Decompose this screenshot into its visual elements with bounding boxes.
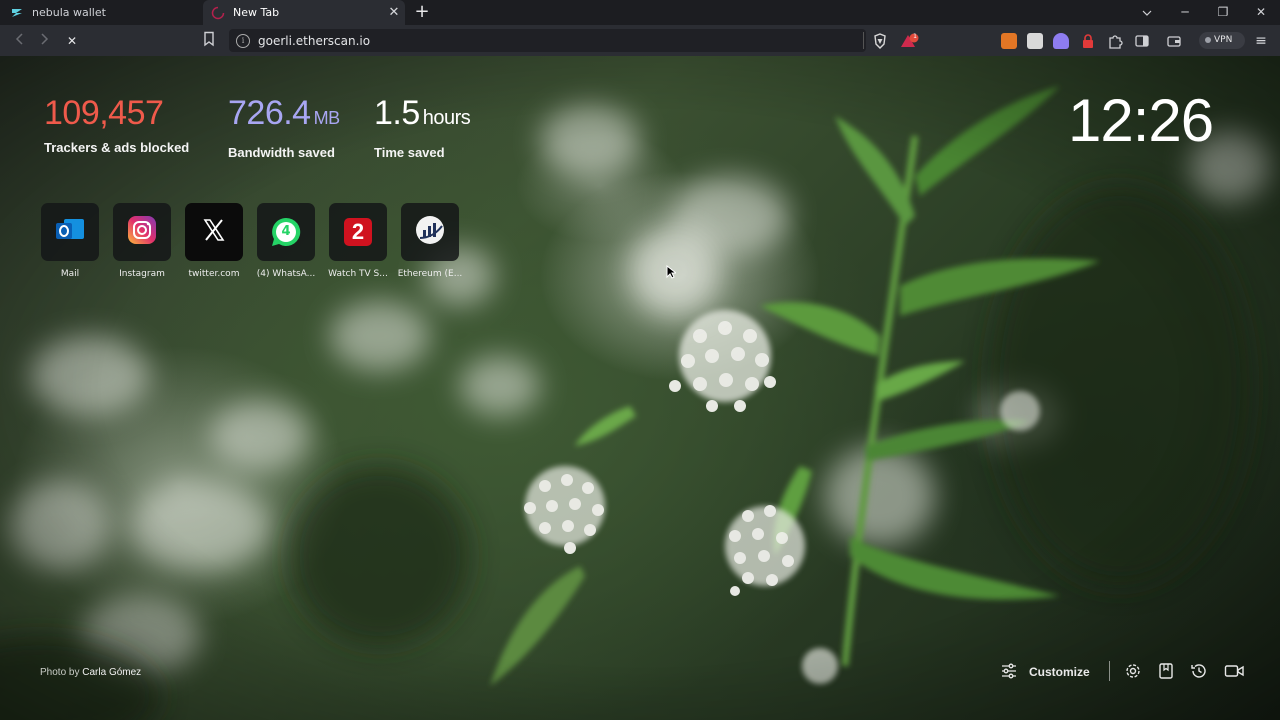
shortcut-instagram[interactable]: Instagram: [106, 203, 178, 279]
brave-shields-icon[interactable]: [872, 33, 888, 49]
wallet-icon[interactable]: [1166, 33, 1182, 49]
metamask-icon[interactable]: [1001, 33, 1017, 49]
customize-button[interactable]: Customize: [1001, 661, 1090, 683]
tile-label: Watch TV S...: [328, 269, 388, 279]
bandwidth-stat: 726.4 MB Bandwidth saved: [228, 96, 340, 160]
brave-rewards-icon[interactable]: 1: [899, 33, 919, 49]
sidebar-toggle-icon[interactable]: [1134, 33, 1150, 49]
tile-box[interactable]: [41, 203, 99, 261]
close-window-icon[interactable]: ✕: [1242, 0, 1280, 25]
tile-label: twitter.com: [188, 269, 240, 279]
tile-label: Instagram: [119, 269, 165, 279]
site-info-icon[interactable]: i: [236, 33, 250, 48]
shortcut-twitter[interactable]: twitter.com: [178, 203, 250, 279]
time-value: 1.5: [374, 94, 420, 132]
new-tab-page: 109,457 Trackers & ads blocked 726.4 MB B…: [0, 56, 1280, 720]
bandwidth-value: 726.4: [228, 94, 311, 132]
bandwidth-unit: MB: [313, 108, 341, 128]
restore-icon[interactable]: ❐: [1204, 0, 1242, 25]
whatsapp-badge: 4: [281, 224, 291, 239]
settings-gear-icon[interactable]: [1124, 662, 1144, 682]
bookmarks-icon[interactable]: [1157, 662, 1177, 682]
shortcut-mail[interactable]: Mail: [34, 203, 106, 279]
tile-box[interactable]: [401, 203, 459, 261]
minimize-icon[interactable]: ─: [1166, 0, 1204, 25]
loading-spinner-icon: [211, 6, 225, 20]
shortcut-watch-tv[interactable]: 2 Watch TV S...: [322, 203, 394, 279]
toolbar: ✕ i goerli.etherscan.io 1 VPN ≡: [0, 25, 1280, 56]
etherscan-icon: [414, 214, 446, 250]
outlook-icon: [54, 217, 86, 247]
channel2-icon: 2: [342, 216, 374, 248]
footer-divider: [1109, 661, 1110, 681]
background-photo: [0, 56, 1280, 720]
trackers-label: Trackers & ads blocked: [44, 140, 190, 155]
trackers-count: 109,457: [44, 94, 164, 132]
whatsapp-icon: 4: [270, 216, 302, 248]
tab-new-tab[interactable]: New Tab ✕: [203, 0, 405, 25]
address-bar[interactable]: i goerli.etherscan.io: [229, 29, 866, 52]
x-icon: [202, 218, 226, 246]
shortcut-whatsapp[interactable]: 4 (4) WhatsA...: [250, 203, 322, 279]
photographer-link[interactable]: Carla Gómez: [82, 667, 141, 678]
customize-label: Customize: [1029, 665, 1090, 679]
tab-bar: nebula wallet New Tab ✕ + ─ ❐ ✕: [0, 0, 1280, 25]
back-icon[interactable]: [8, 30, 30, 52]
trackers-stat: 109,457 Trackers & ads blocked: [44, 96, 189, 155]
stop-loading-icon[interactable]: ✕: [61, 30, 83, 52]
lock-icon[interactable]: [1080, 33, 1096, 49]
tile-box[interactable]: [185, 203, 243, 261]
tile-label: Mail: [60, 269, 80, 279]
tab-nebula-wallet[interactable]: nebula wallet: [0, 0, 202, 25]
bandwidth-label: Bandwidth saved: [228, 145, 335, 160]
credit-prefix: Photo by: [40, 667, 80, 678]
vpn-button[interactable]: VPN: [1199, 32, 1245, 49]
tab-title: New Tab: [233, 6, 280, 19]
rewards-badge: 1: [913, 33, 917, 40]
tile-box[interactable]: 2: [329, 203, 387, 261]
forward-icon[interactable]: [34, 30, 56, 52]
tab-title: nebula wallet: [32, 6, 106, 19]
instagram-icon: [127, 215, 157, 249]
bookmark-icon[interactable]: [203, 31, 217, 49]
nebula-logo-icon: [10, 6, 24, 20]
vpn-label: VPN: [1214, 35, 1233, 45]
extension-image-icon[interactable]: [1027, 33, 1043, 49]
mouse-cursor-icon: [666, 264, 678, 283]
tile-label: Ethereum (E...: [397, 269, 463, 279]
time-unit: hours: [422, 107, 471, 129]
clock: 12:26: [1068, 87, 1214, 154]
extensions-puzzle-icon[interactable]: [1107, 33, 1123, 49]
ghost-wallet-icon[interactable]: [1053, 33, 1069, 49]
history-icon[interactable]: [1190, 662, 1210, 682]
vpn-status-icon: [1205, 36, 1211, 43]
tile-box[interactable]: [113, 203, 171, 261]
sliders-icon: [1001, 663, 1017, 682]
divider: [863, 32, 864, 49]
tab-search-chevron-icon[interactable]: [1128, 0, 1166, 25]
main-menu-icon[interactable]: ≡: [1252, 31, 1270, 51]
photo-credit: Photo by Carla Gómez: [40, 667, 141, 678]
shortcut-etherscan[interactable]: Ethereum (E...: [394, 203, 466, 279]
video-call-icon[interactable]: [1224, 662, 1244, 682]
channel-badge: 2: [351, 219, 365, 244]
tile-label: (4) WhatsA...: [256, 269, 316, 279]
url-text: goerli.etherscan.io: [258, 33, 371, 48]
new-tab-button[interactable]: +: [411, 2, 433, 24]
close-tab-icon[interactable]: ✕: [383, 5, 405, 20]
time-label: Time saved: [374, 145, 445, 160]
top-sites: Mail Instagram twitter.com 4 (4) WhatsA.…: [34, 203, 466, 279]
time-stat: 1.5 hours Time saved: [374, 94, 471, 160]
tile-box[interactable]: 4: [257, 203, 315, 261]
